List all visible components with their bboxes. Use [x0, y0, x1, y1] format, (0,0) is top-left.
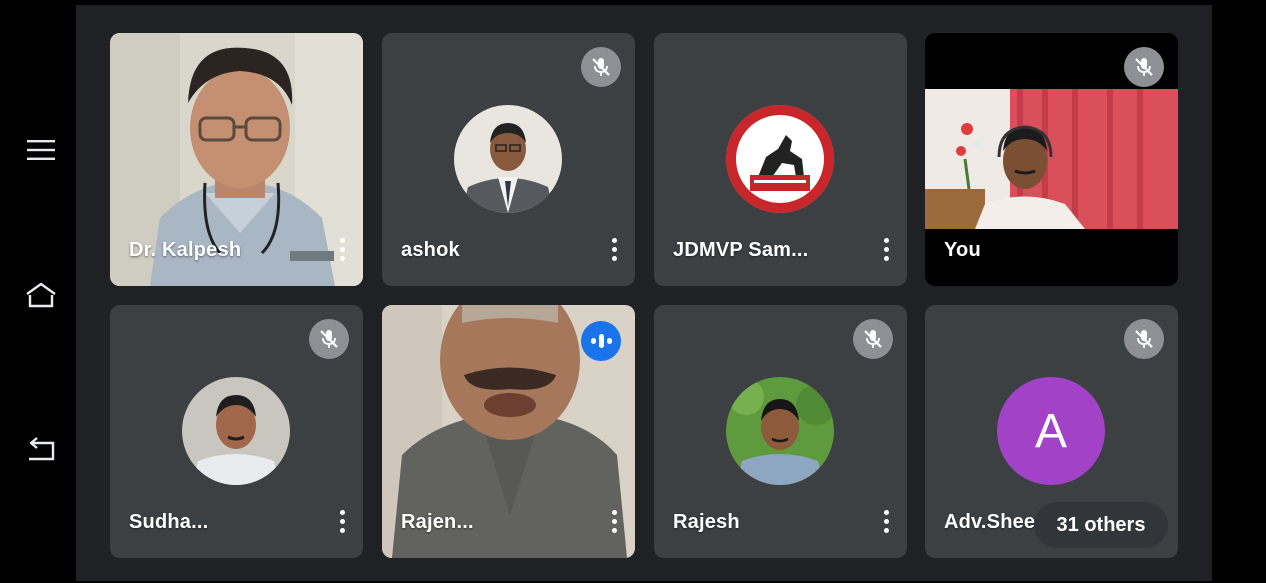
home-icon[interactable]: [24, 278, 58, 312]
participant-tile[interactable]: Rajesh: [654, 305, 907, 558]
participant-tile[interactable]: Rajen...: [382, 305, 635, 558]
participant-tile[interactable]: A Adv.Shee 31 others: [925, 305, 1178, 558]
avatar-initial: A: [1034, 404, 1067, 458]
participant-avatar: [182, 377, 290, 485]
more-options-icon[interactable]: [607, 504, 621, 538]
participant-tile[interactable]: ashok: [382, 33, 635, 286]
participant-name: Rajesh: [673, 511, 740, 533]
participant-avatar: A: [997, 377, 1105, 485]
more-options-icon[interactable]: [607, 232, 621, 266]
participant-name: ashok: [401, 239, 460, 261]
more-options-icon[interactable]: [335, 232, 349, 266]
meeting-grid: Dr. Kalpesh ashok JDMVP Sam... You Sudha…: [76, 5, 1212, 581]
navigation-bar: [8, 7, 74, 578]
speaking-indicator-icon: [581, 321, 621, 361]
others-participants-button[interactable]: 31 others: [1034, 502, 1168, 548]
participant-avatar: [726, 377, 834, 485]
mic-off-icon: [581, 47, 621, 87]
more-options-icon[interactable]: [879, 232, 893, 266]
participant-name: JDMVP Sam...: [673, 239, 809, 261]
participant-name: You: [944, 239, 981, 261]
participant-name: Dr. Kalpesh: [129, 239, 242, 261]
participant-tile[interactable]: Dr. Kalpesh: [110, 33, 363, 286]
mic-off-icon: [1124, 47, 1164, 87]
screen: Dr. Kalpesh ashok JDMVP Sam... You Sudha…: [0, 0, 1266, 583]
back-icon[interactable]: [24, 432, 58, 466]
menu-icon[interactable]: [24, 133, 58, 167]
participant-avatar: [726, 105, 834, 213]
participant-name: Rajen...: [401, 511, 474, 533]
mic-off-icon: [309, 319, 349, 359]
more-options-icon[interactable]: [335, 504, 349, 538]
participant-name: Adv.Shee: [944, 511, 1036, 533]
participant-name: Sudha...: [129, 511, 209, 533]
participant-video: [925, 89, 1178, 229]
participant-tile[interactable]: JDMVP Sam...: [654, 33, 907, 286]
mic-off-icon: [853, 319, 893, 359]
mic-off-icon: [1124, 319, 1164, 359]
participant-tile[interactable]: You: [925, 33, 1178, 286]
participant-tile[interactable]: Sudha...: [110, 305, 363, 558]
participant-avatar: [454, 105, 562, 213]
more-options-icon[interactable]: [879, 504, 893, 538]
